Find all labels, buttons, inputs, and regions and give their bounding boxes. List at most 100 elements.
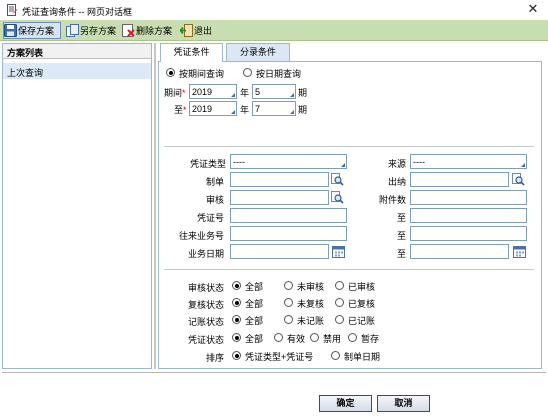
source-label: 来源 — [387, 159, 406, 169]
close-icon[interactable]: ✕ — [524, 1, 542, 17]
search-icon[interactable] — [331, 173, 344, 186]
sort-by-date-radio[interactable] — [331, 351, 340, 360]
bottom-divider — [2, 372, 546, 373]
scheme-list-header: 方案列表 — [3, 44, 151, 59]
counterparty-no-label: 往来业务号 — [178, 231, 224, 241]
biz-date-field[interactable] — [230, 244, 329, 259]
counterparty-no-field[interactable] — [230, 226, 347, 241]
ok-button[interactable]: 确定 — [319, 395, 372, 412]
calendar-icon[interactable] — [332, 245, 345, 258]
period-from-period-field[interactable]: 5 — [252, 84, 296, 99]
year-unit-label: 年 — [240, 105, 250, 115]
source-select[interactable]: ---- — [410, 154, 527, 169]
sort-by-date-label: 制单日期 — [344, 352, 381, 362]
review-status-all-radio[interactable] — [232, 298, 241, 307]
auditor-label: 审核 — [205, 195, 224, 205]
exit-label: 退出 — [194, 26, 213, 36]
attachments-field[interactable] — [410, 190, 527, 205]
tab-voucher-conditions[interactable]: 凭证条件 — [160, 43, 223, 62]
attachments-label: 附件数 — [378, 195, 406, 205]
save-icon — [4, 24, 17, 37]
tab-entry-conditions[interactable]: 分录条件 — [226, 43, 290, 61]
maker-field[interactable] — [230, 172, 329, 187]
title-bar: 凭证查询条件 -- 网页对话框 ✕ — [0, 0, 548, 20]
audit-status-audited-radio[interactable] — [335, 281, 344, 290]
audit-status-unaudited-label: 未审核 — [297, 282, 325, 292]
posting-status-all-label: 全部 — [245, 316, 264, 326]
voucher-status-label: 凭证状态 — [187, 335, 224, 345]
posting-status-posted-radio[interactable] — [335, 315, 344, 324]
sort-label: 排序 — [205, 353, 224, 363]
delete-scheme-label: 删除方案 — [136, 26, 173, 36]
audit-status-all-label: 全部 — [245, 282, 264, 292]
by-period-radio[interactable] — [166, 68, 175, 77]
audit-status-all-radio[interactable] — [232, 281, 241, 290]
voucher-status-all-label: 全部 — [245, 334, 264, 344]
dialog-document-icon — [7, 4, 18, 16]
posting-status-all-radio[interactable] — [232, 315, 241, 324]
save-scheme-label: 保存方案 — [18, 26, 55, 36]
search-icon[interactable] — [512, 173, 525, 186]
save-as-scheme-label: 另存方案 — [80, 26, 117, 36]
toolbar: 保存方案 另存方案 删除方案 退出 — [0, 20, 548, 41]
panel-splitter[interactable] — [154, 43, 156, 369]
period-from-year-field[interactable]: 2019 — [189, 84, 237, 99]
save-scheme-button[interactable]: 保存方案 — [3, 22, 61, 39]
voucher-type-select[interactable]: ---- — [230, 154, 347, 169]
exit-icon — [180, 24, 193, 37]
period-unit-label: 期 — [298, 88, 308, 98]
by-date-radio[interactable] — [243, 68, 252, 77]
voucher-status-disabled-radio[interactable] — [310, 333, 319, 342]
scheme-list-title: 方案列表 — [7, 48, 44, 58]
save-as-scheme-button[interactable]: 另存方案 — [66, 22, 122, 39]
audit-status-unaudited-radio[interactable] — [284, 281, 293, 290]
voucher-type-label: 凭证类型 — [190, 159, 227, 169]
review-status-reviewed-radio[interactable] — [335, 298, 344, 307]
cashier-label: 出纳 — [387, 177, 406, 187]
search-icon[interactable] — [331, 191, 344, 204]
year-unit-label: 年 — [240, 88, 250, 98]
by-date-label: 按日期查询 — [256, 69, 302, 79]
sort-by-type-number-radio[interactable] — [232, 351, 241, 360]
auditor-field[interactable] — [230, 190, 329, 205]
period-to-year-field[interactable]: 2019 — [189, 101, 237, 116]
review-status-unreviewed-radio[interactable] — [284, 298, 293, 307]
biz-date-to-field[interactable] — [410, 244, 509, 259]
voucher-status-valid-label: 有效 — [287, 334, 306, 344]
audit-status-label: 审核状态 — [187, 283, 224, 293]
posting-status-posted-label: 已记账 — [348, 316, 376, 326]
scheme-list-item[interactable]: 上次查询 — [3, 63, 151, 79]
posting-status-unposted-radio[interactable] — [284, 315, 293, 324]
delete-scheme-button[interactable]: 删除方案 — [122, 22, 176, 39]
maker-label: 制单 — [205, 177, 224, 187]
exit-button[interactable]: 退出 — [180, 22, 212, 39]
review-status-all-label: 全部 — [245, 299, 264, 309]
posting-status-unposted-label: 未记账 — [297, 316, 325, 326]
review-status-label: 复核状态 — [187, 300, 224, 310]
copy-icon — [66, 24, 79, 37]
scheme-list-panel: 方案列表 上次查询 — [2, 43, 152, 369]
voucher-status-draft-radio[interactable] — [348, 333, 357, 342]
period-unit-label: 期 — [298, 105, 308, 115]
voucher-no-to-field[interactable] — [410, 208, 527, 223]
period-to-label: 至* — [174, 105, 187, 115]
counterparty-no-to-field[interactable] — [410, 226, 527, 241]
cashier-field[interactable] — [410, 172, 509, 187]
voucher-no-to-label: 至 — [396, 213, 406, 223]
counterparty-no-to-label: 至 — [396, 231, 406, 241]
sort-by-type-number-label: 凭证类型+凭证号 — [245, 352, 314, 362]
voucher-no-field[interactable] — [230, 208, 347, 223]
cancel-button[interactable]: 取消 — [377, 395, 430, 412]
voucher-status-valid-radio[interactable] — [274, 333, 283, 342]
voucher-no-label: 凭证号 — [196, 213, 224, 223]
voucher-status-disabled-label: 禁用 — [323, 334, 342, 344]
voucher-status-all-radio[interactable] — [232, 333, 241, 342]
calendar-icon[interactable] — [513, 245, 526, 258]
by-period-label: 按期间查询 — [179, 69, 225, 79]
section-divider — [164, 269, 534, 270]
review-status-unreviewed-label: 未复核 — [297, 299, 325, 309]
biz-date-to-label: 至 — [396, 249, 406, 259]
period-to-period-field[interactable]: 7 — [252, 101, 296, 116]
biz-date-label: 业务日期 — [187, 249, 224, 259]
scheme-item-label: 上次查询 — [7, 68, 44, 78]
